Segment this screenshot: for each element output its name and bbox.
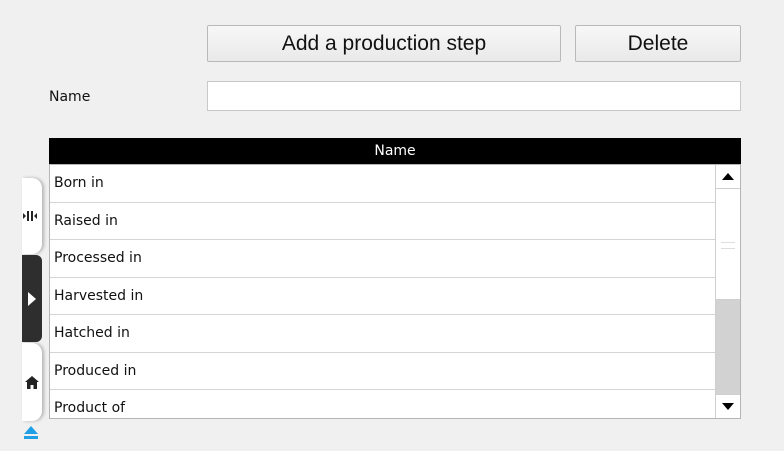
list-item[interactable]: Processed in (50, 240, 715, 278)
side-tab-split[interactable] (22, 178, 42, 254)
list-item[interactable]: Raised in (50, 203, 715, 240)
delete-button[interactable]: Delete (575, 25, 741, 62)
production-step-list: Born in Raised in Processed in Harvested… (49, 164, 741, 419)
list-item[interactable]: Born in (50, 165, 715, 203)
scroll-up-button[interactable] (716, 165, 740, 189)
list-item[interactable]: Hatched in (50, 315, 715, 353)
scroll-grip-icon (721, 242, 735, 249)
arrow-up-icon (722, 173, 734, 180)
scroll-down-button[interactable] (716, 394, 740, 418)
eject-icon[interactable] (23, 424, 39, 440)
home-icon (25, 375, 39, 389)
side-tab-play[interactable] (22, 255, 42, 342)
add-production-step-button[interactable]: Add a production step (207, 25, 561, 62)
split-icon (23, 211, 37, 221)
list-item[interactable]: Harvested in (50, 278, 715, 315)
arrow-down-icon (722, 403, 734, 410)
list-rows: Born in Raised in Processed in Harvested… (50, 165, 715, 418)
scroll-thumb[interactable] (716, 189, 740, 300)
grid-column-header[interactable]: Name (49, 138, 741, 164)
name-label: Name (49, 89, 91, 105)
name-input[interactable] (207, 81, 741, 111)
scroll-track[interactable] (716, 300, 740, 394)
side-tab-home[interactable] (22, 343, 42, 421)
play-icon (28, 291, 36, 306)
list-item[interactable]: Product of (50, 390, 715, 418)
list-item[interactable]: Produced in (50, 353, 715, 390)
vertical-scrollbar[interactable] (715, 165, 740, 418)
